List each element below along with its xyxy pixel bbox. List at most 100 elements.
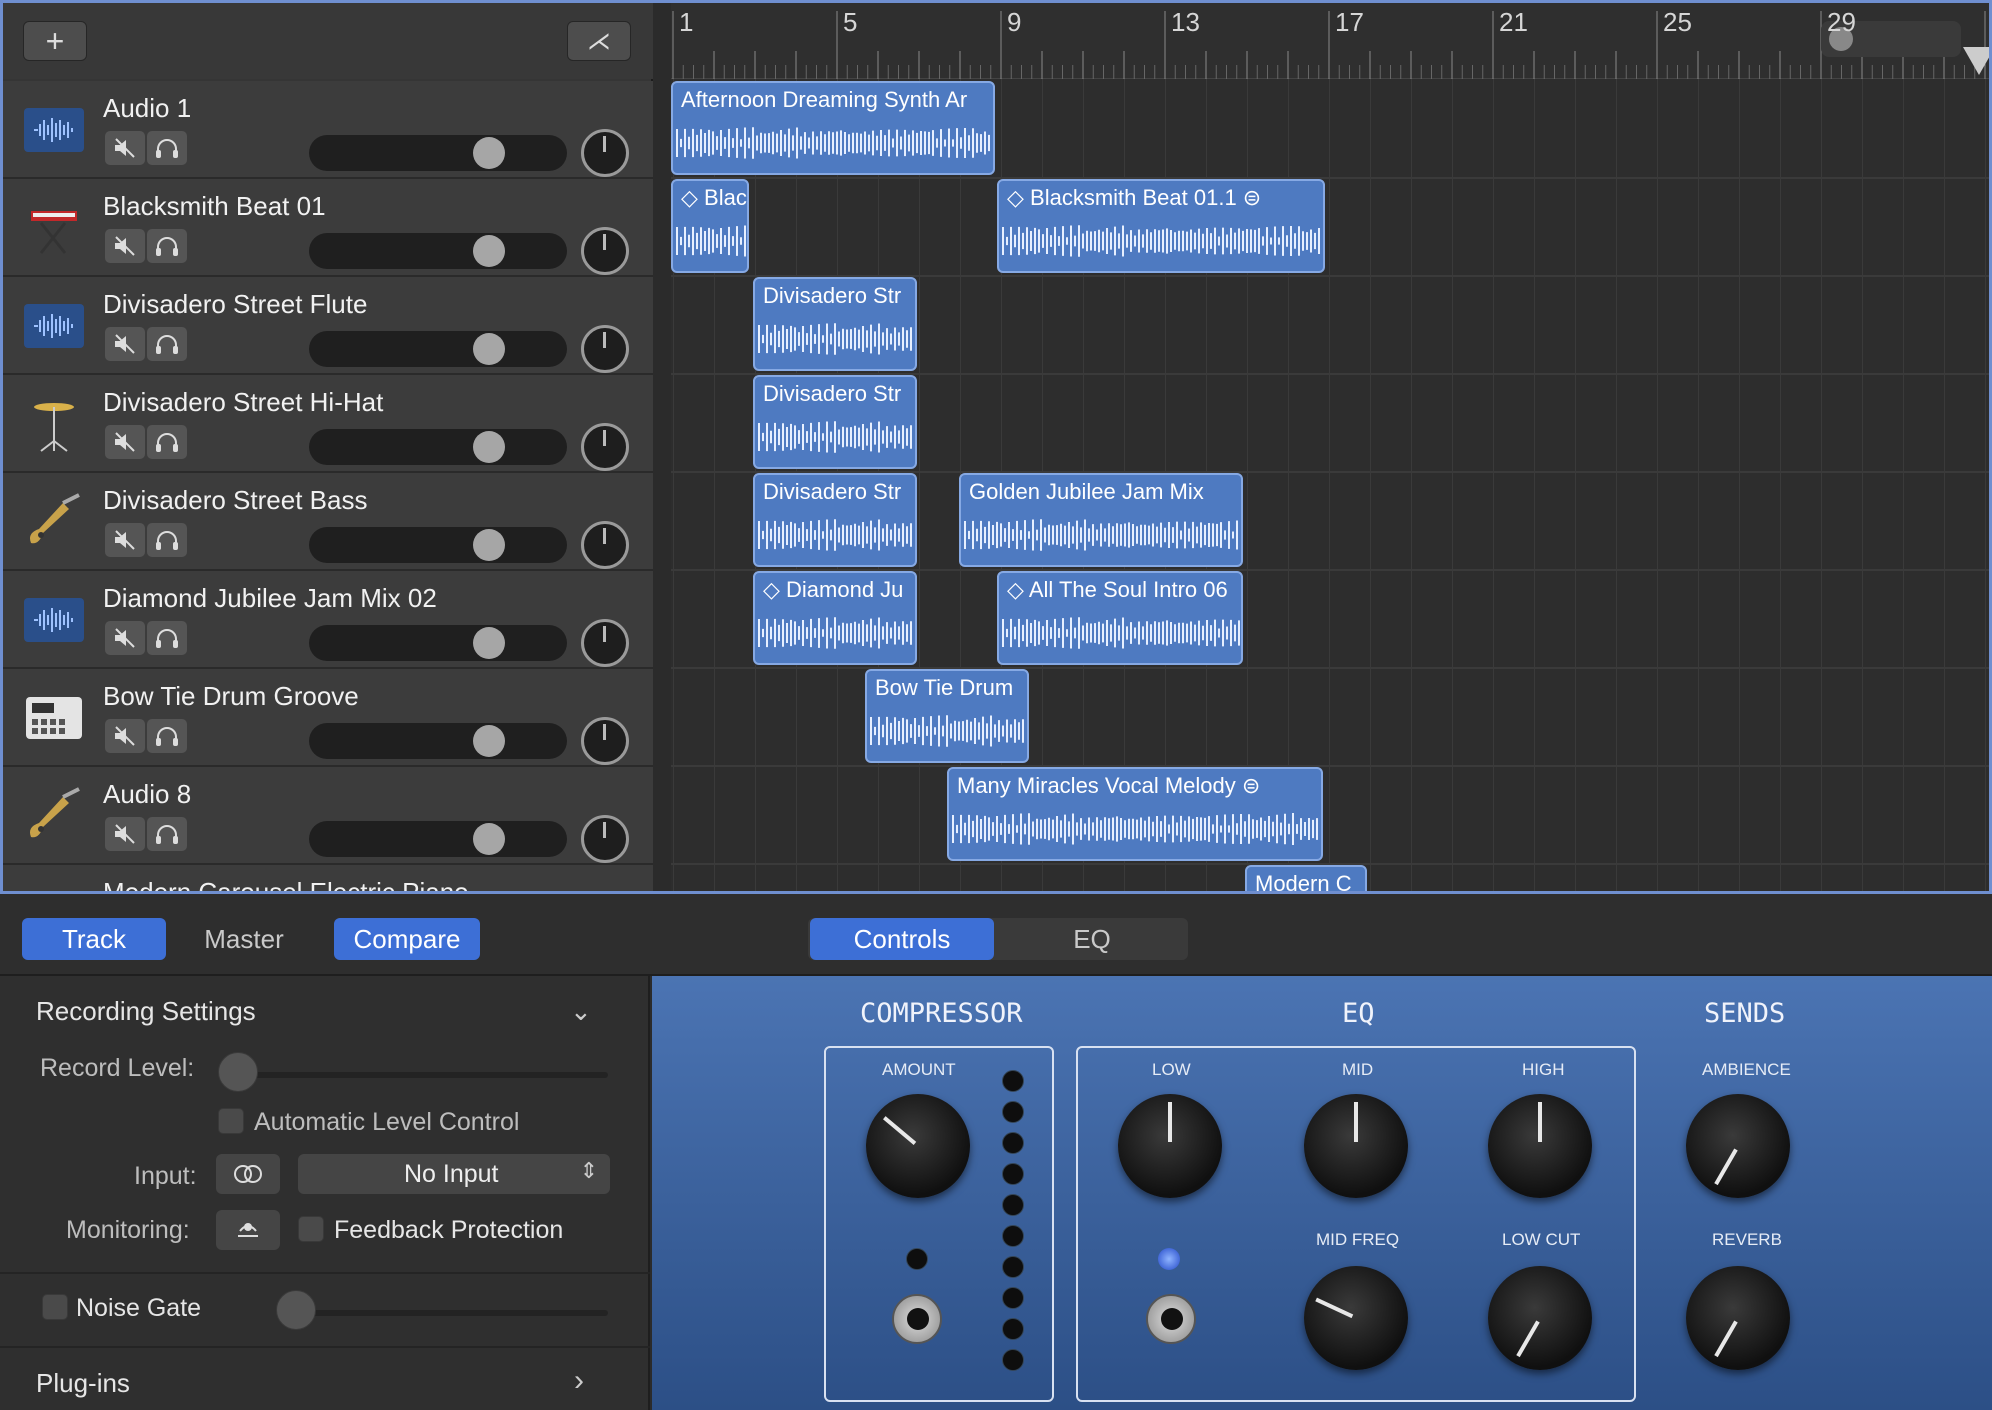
audio-region[interactable]: ◇ All The Soul Intro 06: [997, 571, 1243, 665]
pan-knob[interactable]: [581, 521, 629, 569]
volume-slider[interactable]: [309, 135, 567, 171]
volume-slider[interactable]: [309, 527, 567, 563]
region-label: Many Miracles Vocal Melody ⊜: [957, 773, 1261, 798]
pan-knob[interactable]: [581, 325, 629, 373]
mute-button[interactable]: [105, 327, 145, 361]
noise-gate-knob[interactable]: [276, 1290, 316, 1330]
solo-button[interactable]: [147, 425, 187, 459]
pan-knob[interactable]: [581, 619, 629, 667]
mute-button[interactable]: [105, 131, 145, 165]
audio-region[interactable]: ◇ Diamond Ju: [753, 571, 917, 665]
chevron-right-icon[interactable]: ›: [574, 1364, 584, 1398]
eq-low-knob[interactable]: [1118, 1094, 1222, 1198]
solo-button[interactable]: [147, 523, 187, 557]
track-header[interactable]: Blacksmith Beat 01: [3, 179, 653, 277]
audio-region[interactable]: Divisadero Str: [753, 473, 917, 567]
mute-button[interactable]: [105, 621, 145, 655]
track-header[interactable]: Divisadero Street Flute: [3, 277, 653, 375]
mute-button[interactable]: [105, 425, 145, 459]
noise-gate-checkbox[interactable]: [42, 1294, 68, 1320]
compressor-toggle[interactable]: [892, 1294, 942, 1344]
audio-region[interactable]: Afternoon Dreaming Synth Ar: [671, 81, 995, 175]
volume-slider-knob[interactable]: [473, 725, 505, 757]
input-stereo-button[interactable]: [216, 1154, 280, 1194]
compare-button[interactable]: Compare: [334, 918, 480, 960]
track-header[interactable]: Bow Tie Drum Groove: [3, 669, 653, 767]
volume-slider-knob[interactable]: [473, 431, 505, 463]
solo-button[interactable]: [147, 817, 187, 851]
tab-controls[interactable]: Controls: [810, 918, 994, 960]
track-header[interactable]: Diamond Jubilee Jam Mix 02: [3, 571, 653, 669]
track-header-toolbar: + ⋌: [3, 3, 653, 79]
volume-slider-knob[interactable]: [473, 627, 505, 659]
volume-slider[interactable]: [309, 331, 567, 367]
tab-master[interactable]: Master: [176, 918, 312, 960]
volume-slider[interactable]: [309, 233, 567, 269]
ruler[interactable]: 1 5 9 13 17 21 25 29: [671, 3, 1989, 79]
audio-region[interactable]: Many Miracles Vocal Melody ⊜: [947, 767, 1323, 861]
eq-lowcut-knob[interactable]: [1488, 1266, 1592, 1370]
pan-knob[interactable]: [581, 423, 629, 471]
volume-slider[interactable]: [309, 723, 567, 759]
playhead-marker-icon[interactable]: [1963, 47, 1989, 75]
eq-high-knob[interactable]: [1488, 1094, 1592, 1198]
amount-knob[interactable]: [866, 1094, 970, 1198]
pan-knob[interactable]: [581, 129, 629, 177]
audio-region[interactable]: ◇ Blacksmith Beat 01.1 ⊜: [997, 179, 1325, 273]
record-level-knob[interactable]: [218, 1052, 258, 1092]
volume-slider[interactable]: [309, 625, 567, 661]
pan-knob[interactable]: [581, 717, 629, 765]
volume-slider-knob[interactable]: [473, 235, 505, 267]
alc-checkbox[interactable]: [218, 1108, 244, 1134]
mute-button[interactable]: [105, 719, 145, 753]
solo-button[interactable]: [147, 229, 187, 263]
feedback-protection-checkbox[interactable]: [298, 1216, 324, 1242]
ambience-knob[interactable]: [1686, 1094, 1790, 1198]
audio-region[interactable]: Divisadero Str: [753, 375, 917, 469]
mute-speaker-icon: [115, 432, 135, 452]
track-header[interactable]: Divisadero Street Hi-Hat: [3, 375, 653, 473]
recording-settings-title[interactable]: Recording Settings: [36, 996, 256, 1027]
solo-button[interactable]: [147, 621, 187, 655]
input-select[interactable]: No Input ⇕: [298, 1154, 610, 1194]
timeline[interactable]: 1 5 9 13 17 21 25 29 Afternoon Dreaming Synth A…: [671, 3, 1989, 891]
bass-guitar-icon: [21, 493, 87, 551]
pan-knob[interactable]: [581, 815, 629, 863]
eq-midfreq-knob[interactable]: [1304, 1266, 1408, 1370]
audio-region[interactable]: Golden Jubilee Jam Mix: [959, 473, 1243, 567]
eq-toggle[interactable]: [1146, 1294, 1196, 1344]
volume-slider-knob[interactable]: [473, 529, 505, 561]
track-headers: + ⋌ Audio 1 Blacksmith Beat 01 Divisadero …: [3, 3, 653, 891]
track-header[interactable]: Modern Carousel Electric Piano: [3, 865, 653, 891]
solo-button[interactable]: [147, 327, 187, 361]
audio-region[interactable]: Modern C: [1245, 865, 1367, 891]
reverb-knob[interactable]: [1686, 1266, 1790, 1370]
audio-region[interactable]: ◇ Blac: [671, 179, 749, 273]
noise-gate-slider[interactable]: [280, 1310, 608, 1316]
plugins-header[interactable]: Plug-ins: [36, 1368, 130, 1399]
solo-button[interactable]: [147, 131, 187, 165]
audio-region[interactable]: Bow Tie Drum: [865, 669, 1029, 763]
track-header[interactable]: Audio 1: [3, 81, 653, 179]
volume-slider-knob[interactable]: [473, 823, 505, 855]
volume-slider[interactable]: [309, 429, 567, 465]
eq-mid-knob[interactable]: [1304, 1094, 1408, 1198]
audio-region[interactable]: Divisadero Str: [753, 277, 917, 371]
solo-button[interactable]: [147, 719, 187, 753]
track-header[interactable]: Audio 8: [3, 767, 653, 865]
volume-slider[interactable]: [309, 821, 567, 857]
tab-track[interactable]: Track: [22, 918, 166, 960]
chevron-down-icon[interactable]: ⌄: [570, 996, 592, 1027]
tab-eq[interactable]: EQ: [1000, 918, 1184, 960]
mute-button[interactable]: [105, 523, 145, 557]
add-track-button[interactable]: +: [23, 21, 87, 61]
track-header[interactable]: Divisadero Street Bass: [3, 473, 653, 571]
mute-button[interactable]: [105, 817, 145, 851]
mute-button[interactable]: [105, 229, 145, 263]
record-level-slider[interactable]: [222, 1072, 608, 1078]
pan-knob[interactable]: [581, 227, 629, 275]
split-track-button[interactable]: ⋌: [567, 21, 631, 61]
volume-slider-knob[interactable]: [473, 333, 505, 365]
monitoring-button[interactable]: [216, 1210, 280, 1250]
volume-slider-knob[interactable]: [473, 137, 505, 169]
